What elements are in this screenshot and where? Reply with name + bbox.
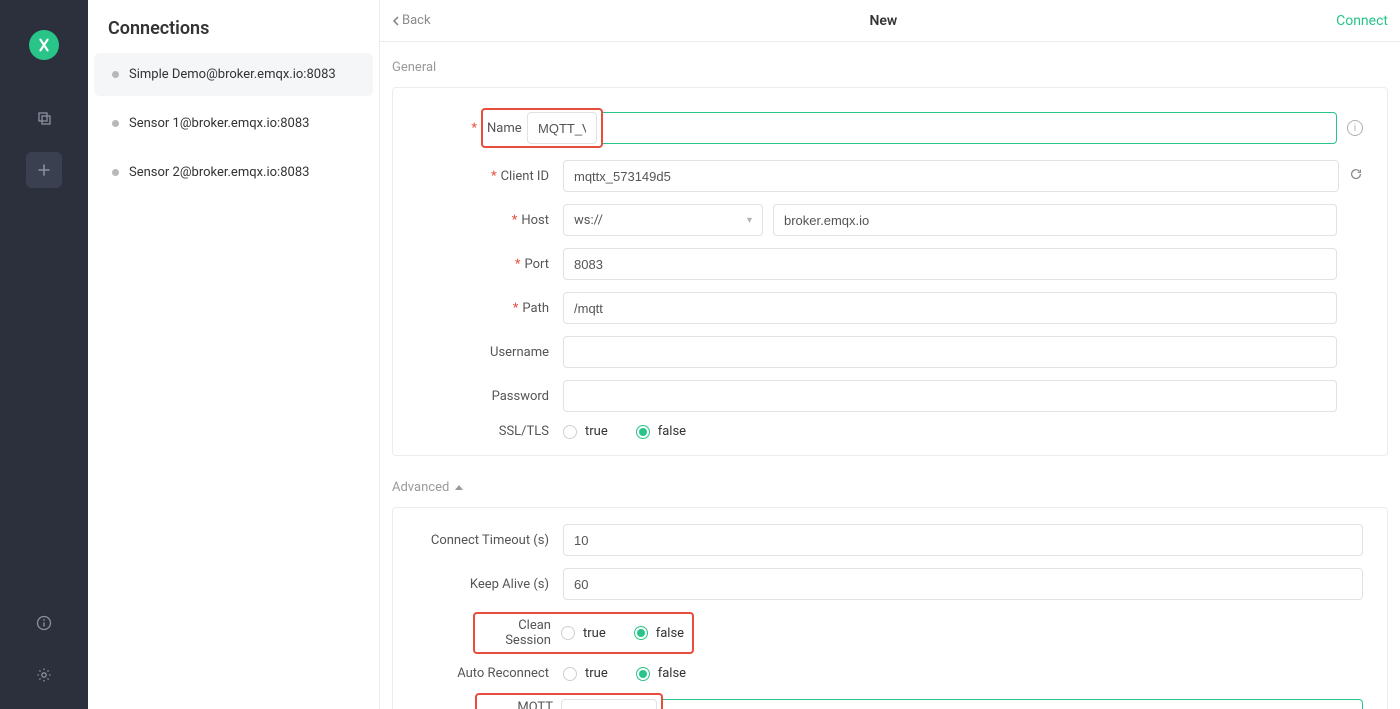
ssl-true-radio[interactable]: true: [563, 424, 608, 439]
keep-alive-input[interactable]: [563, 568, 1363, 600]
connection-label: Sensor 1@broker.emqx.io:8083: [129, 116, 309, 131]
rail-copy-button[interactable]: [26, 100, 62, 136]
app-root: Connections Simple Demo@broker.emqx.io:8…: [0, 0, 1400, 709]
client-id-input[interactable]: [563, 160, 1339, 192]
advanced-panel: Connect Timeout (s) Keep Alive (s) Clean…: [392, 507, 1388, 709]
highlight-mqtt-version: MQTT Version 3.1.1: [475, 693, 663, 709]
back-label: Back: [402, 13, 431, 28]
info-icon: [36, 615, 52, 631]
topbar: Back New Connect: [380, 0, 1400, 42]
connection-label: Simple Demo@broker.emqx.io:8083: [129, 67, 336, 82]
status-dot-icon: [112, 120, 119, 127]
form-area: General * Name i *Client ID: [380, 42, 1400, 709]
label-clean-session: Clean Session: [505, 618, 551, 648]
host-scheme-select[interactable]: ws:// ▾: [563, 204, 763, 236]
connection-item[interactable]: Sensor 1@broker.emqx.io:8083: [94, 102, 373, 145]
rail-settings-button[interactable]: [26, 657, 62, 693]
host-name-input[interactable]: [773, 204, 1337, 236]
status-dot-icon: [112, 169, 119, 176]
left-rail: [0, 0, 88, 709]
row-port: *Port: [417, 248, 1363, 280]
label-username: Username: [490, 345, 549, 360]
copy-icon: [36, 110, 52, 126]
app-logo: [29, 30, 59, 60]
mqtt-version-select[interactable]: 3.1.1: [561, 699, 657, 709]
label-ssl: SSL/TLS: [499, 424, 549, 439]
row-name: * Name i: [417, 108, 1363, 148]
main-panel: Back New Connect General * Name i: [380, 0, 1400, 709]
username-input[interactable]: [563, 336, 1337, 368]
connection-item[interactable]: Sensor 2@broker.emqx.io:8083: [94, 151, 373, 194]
plus-icon: [36, 162, 52, 178]
password-input[interactable]: [563, 380, 1337, 412]
row-host: *Host ws:// ▾: [417, 204, 1363, 236]
section-advanced-title[interactable]: Advanced: [392, 480, 1388, 495]
connections-sidebar: Connections Simple Demo@broker.emqx.io:8…: [88, 0, 380, 709]
row-connect-timeout: Connect Timeout (s): [417, 524, 1363, 556]
mqtt-version-select-ext[interactable]: ▾: [663, 699, 1363, 709]
back-button[interactable]: Back: [392, 13, 431, 28]
chevron-left-icon: [392, 15, 400, 27]
sidebar-title: Connections: [88, 0, 379, 53]
auto-reconnect-true-radio[interactable]: true: [563, 666, 608, 681]
chevron-down-icon: ▾: [747, 215, 752, 226]
label-auto-reconnect: Auto Reconnect: [457, 666, 549, 681]
host-scheme-value: ws://: [574, 213, 603, 228]
highlight-name: Name: [481, 108, 603, 148]
connection-label: Sensor 2@broker.emqx.io:8083: [129, 165, 309, 180]
label-connect-timeout: Connect Timeout (s): [431, 533, 549, 548]
label-password: Password: [492, 389, 549, 404]
connect-timeout-input[interactable]: [563, 524, 1363, 556]
label-path: Path: [522, 301, 549, 316]
connect-button[interactable]: Connect: [1336, 13, 1388, 29]
row-password: Password: [417, 380, 1363, 412]
section-general-title: General: [392, 60, 1388, 75]
row-mqtt-version: MQTT Version 3.1.1 ▾: [417, 693, 1363, 709]
row-auto-reconnect: Auto Reconnect true false: [417, 666, 1363, 681]
general-panel: * Name i *Client ID *Host: [392, 87, 1388, 456]
connection-item[interactable]: Simple Demo@broker.emqx.io:8083: [94, 53, 373, 96]
logo-mark-icon: [35, 36, 53, 54]
name-input[interactable]: [527, 112, 597, 144]
clean-session-false-radio[interactable]: false: [634, 626, 684, 641]
row-ssl: SSL/TLS true false: [417, 424, 1363, 439]
path-input[interactable]: [563, 292, 1337, 324]
ssl-false-radio[interactable]: false: [636, 424, 686, 439]
row-path: *Path: [417, 292, 1363, 324]
gear-icon: [36, 667, 52, 683]
row-username: Username: [417, 336, 1363, 368]
page-title: New: [431, 13, 1337, 29]
row-keep-alive: Keep Alive (s): [417, 568, 1363, 600]
name-input-ext[interactable]: [603, 112, 1337, 144]
label-mqtt-version: MQTT Version: [509, 700, 553, 709]
auto-reconnect-false-radio[interactable]: false: [636, 666, 686, 681]
label-keep-alive: Keep Alive (s): [470, 577, 549, 592]
refresh-client-id-button[interactable]: [1349, 167, 1363, 185]
label-name: Name: [487, 121, 527, 136]
name-info-icon[interactable]: i: [1347, 120, 1363, 136]
highlight-clean-session: Clean Session true false: [473, 612, 694, 654]
label-client-id: Client ID: [501, 169, 549, 184]
rail-info-button[interactable]: [26, 605, 62, 641]
caret-up-icon: [455, 485, 463, 490]
status-dot-icon: [112, 71, 119, 78]
refresh-icon: [1349, 167, 1363, 181]
label-port: Port: [524, 257, 549, 272]
clean-session-true-radio[interactable]: true: [561, 626, 606, 641]
rail-new-button[interactable]: [26, 152, 62, 188]
row-client-id: *Client ID: [417, 160, 1363, 192]
row-clean-session: Clean Session true false: [417, 612, 1363, 654]
port-input[interactable]: [563, 248, 1337, 280]
label-host: Host: [521, 213, 549, 228]
